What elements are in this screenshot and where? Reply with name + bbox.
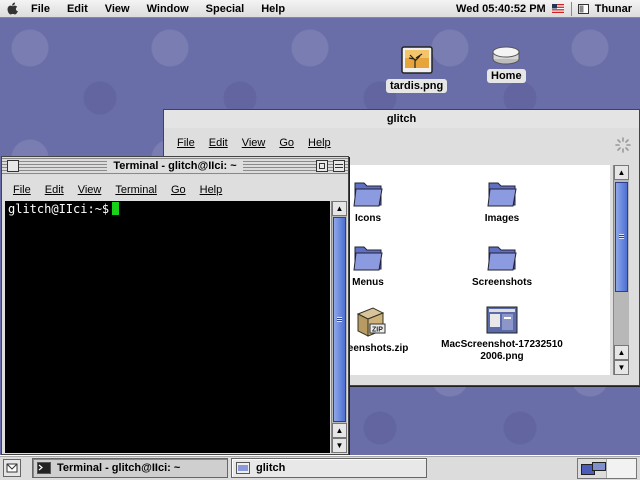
desktop-icon-tardis[interactable]: tardis.png: [386, 46, 448, 93]
image-thumbnail-icon: [486, 306, 518, 334]
application-switcher-icon[interactable]: [577, 3, 589, 14]
shell-prompt: glitch@IIci:~$: [8, 202, 110, 216]
term-menu-terminal[interactable]: Terminal: [115, 184, 157, 196]
close-button[interactable]: [7, 160, 19, 172]
menubar-divider: [570, 1, 572, 16]
terminal-screen[interactable]: glitch@IIci:~$: [5, 201, 330, 453]
file-item[interactable]: Images: [447, 177, 557, 225]
workspace-pager[interactable]: [577, 458, 637, 479]
menu-window[interactable]: Window: [147, 3, 189, 15]
terminal-icon: [37, 462, 51, 474]
apple-menu-icon[interactable]: [7, 2, 19, 15]
file-manager-scrollbar[interactable]: ▲ ▲ ▼: [613, 165, 629, 375]
desktop-icon-label: Home: [487, 69, 526, 83]
file-item[interactable]: Screenshots: [447, 241, 557, 289]
term-menu-go[interactable]: Go: [171, 184, 186, 196]
workspace-1[interactable]: [578, 459, 607, 478]
folder-icon: [487, 246, 517, 271]
folder-icon: [353, 182, 383, 207]
menu-view[interactable]: View: [105, 3, 130, 15]
file-item-label: Icons: [354, 213, 382, 224]
hard-drive-icon: [492, 46, 520, 65]
menu-edit[interactable]: Edit: [67, 3, 88, 15]
image-file-icon: [400, 46, 433, 74]
file-item-label: Menus: [352, 277, 384, 288]
file-item-label: Images: [484, 213, 520, 224]
taskbar-button-glitch[interactable]: glitch: [231, 458, 427, 478]
zoom-glyph: [319, 163, 325, 169]
workspace-2[interactable]: [608, 459, 636, 478]
menu-file[interactable]: File: [31, 3, 50, 15]
window-title: glitch: [386, 113, 417, 125]
term-menu-help[interactable]: Help: [200, 184, 223, 196]
scroll-down-arrow-icon[interactable]: ▼: [332, 438, 347, 453]
desktop-icon-home[interactable]: Home: [487, 44, 526, 83]
top-menu-bar: File Edit View Window Special Help Wed 0…: [0, 0, 640, 18]
fm-menu-edit[interactable]: Edit: [209, 137, 228, 149]
term-menu-edit[interactable]: Edit: [45, 184, 64, 196]
fm-menu-help[interactable]: Help: [308, 137, 331, 149]
collapse-glyph: [335, 164, 343, 168]
taskbar-button-terminal[interactable]: Terminal - glitch@IIci: ~: [32, 458, 228, 478]
file-item[interactable]: MacScreenshot-17232510 2006.png: [432, 305, 572, 363]
collapse-button[interactable]: [333, 160, 345, 172]
taskbar-button-label: Terminal - glitch@IIci: ~: [57, 462, 181, 474]
scroll-up-arrow-icon[interactable]: ▲: [332, 201, 347, 216]
scroll-grip: [337, 316, 342, 322]
terminal-menubar: File Edit View Terminal Go Help: [2, 179, 348, 201]
taskbar-button-label: glitch: [256, 462, 286, 474]
file-manager-menubar: File Edit View Go Help: [164, 132, 639, 154]
text-cursor: [112, 202, 120, 215]
fm-menu-view[interactable]: View: [242, 137, 266, 149]
terminal-titlebar[interactable]: Terminal - glitch@IIci: ~: [2, 157, 348, 175]
zip-archive-icon: ZIP: [356, 307, 386, 337]
us-flag-icon[interactable]: [551, 4, 564, 13]
file-manager-titlebar[interactable]: glitch: [164, 110, 639, 128]
show-desktop-icon[interactable]: [3, 459, 21, 477]
term-menu-view[interactable]: View: [78, 184, 102, 196]
terminal-window: Terminal - glitch@IIci: ~ File Edit View…: [1, 156, 349, 455]
scroll-thumb[interactable]: [615, 182, 628, 292]
file-item-label: MacScreenshot-17232510 2006.png: [441, 339, 563, 362]
menu-help[interactable]: Help: [261, 3, 285, 15]
window-title: Terminal - glitch@IIci: ~: [107, 160, 243, 172]
desktop-icon-label: tardis.png: [386, 79, 448, 93]
scroll-down-arrow-icon[interactable]: ▼: [614, 360, 629, 375]
loading-spinner-icon: [615, 137, 631, 153]
fm-menu-go[interactable]: Go: [279, 137, 294, 149]
file-list-view[interactable]: Icons Images Menus Screenshots ZIP Scree…: [332, 165, 610, 375]
terminal-scrollbar[interactable]: ▲ ▲ ▼: [331, 201, 347, 453]
folder-icon: [353, 246, 383, 271]
scroll-thumb[interactable]: [333, 217, 346, 422]
fm-menu-file[interactable]: File: [177, 137, 195, 149]
scroll-grip: [619, 234, 624, 239]
scroll-up-arrow-icon[interactable]: ▲: [332, 423, 347, 438]
scroll-up-arrow-icon[interactable]: ▲: [614, 165, 629, 180]
folder-icon: [487, 182, 517, 207]
menubar-clock[interactable]: Wed 05:40:52 PM: [456, 3, 546, 15]
menu-special[interactable]: Special: [206, 3, 245, 15]
file-manager-icon: [236, 462, 250, 474]
taskbar: Terminal - glitch@IIci: ~ glitch: [0, 455, 640, 480]
scroll-up-arrow-icon[interactable]: ▲: [614, 345, 629, 360]
term-menu-file[interactable]: File: [13, 184, 31, 196]
pager-window-thumb: [592, 462, 606, 471]
svg-text:ZIP: ZIP: [372, 327, 383, 334]
file-item-label: Screenshots: [471, 277, 533, 288]
active-application-name[interactable]: Thunar: [595, 3, 632, 15]
zoom-button[interactable]: [316, 160, 328, 172]
